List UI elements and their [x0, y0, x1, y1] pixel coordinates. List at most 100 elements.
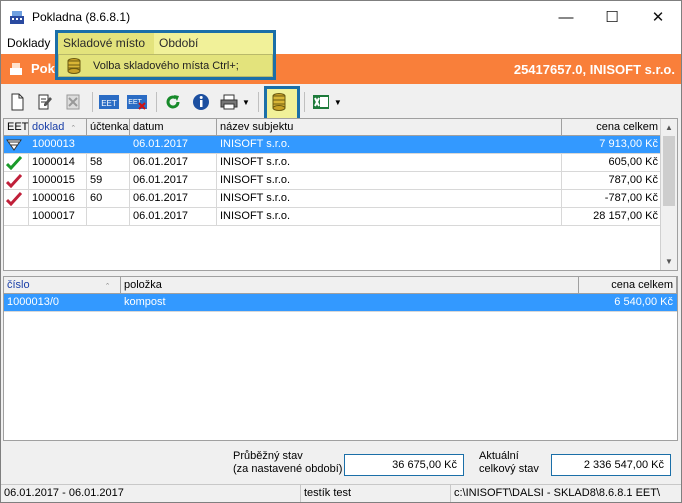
cell-uctenka: 60 — [87, 190, 130, 207]
eet-icon[interactable]: EET — [98, 91, 120, 113]
close-button[interactable]: ✕ — [635, 1, 681, 33]
col-cena-celkem[interactable]: cena celkem — [562, 119, 662, 135]
documents-scrollbar[interactable]: ▲ ▼ — [660, 119, 677, 270]
status-user: testík test — [301, 485, 451, 502]
maximize-button[interactable]: ☐ — [589, 1, 635, 33]
col-datum[interactable]: datum — [130, 119, 217, 135]
excel-dropdown-arrow-icon[interactable]: ▼ — [334, 98, 342, 107]
menu-doklady[interactable]: Doklady — [1, 33, 56, 54]
excel-icon[interactable] — [310, 91, 332, 113]
cell-uctenka — [87, 136, 130, 153]
cell-datum: 06.01.2017 — [130, 190, 217, 207]
table-row[interactable]: 1000016 60 06.01.2017 INISOFT s.r.o. -787,00… — [4, 190, 677, 208]
cell-doklad: 1000017 — [29, 208, 87, 225]
scroll-down-icon[interactable]: ▼ — [661, 253, 677, 270]
cell-cena: 787,00 Kč — [562, 172, 662, 189]
menu-obdobi[interactable]: Období — [154, 33, 203, 54]
status-period: 06.01.2017 - 06.01.2017 — [1, 485, 301, 502]
toolbar-separator — [156, 92, 157, 112]
toolbar-separator — [92, 92, 93, 112]
cell-nazev: INISOFT s.r.o. — [217, 136, 562, 153]
svg-text:EET: EET — [101, 99, 117, 108]
company-info: 25417657.0, INISOFT s.r.o. — [513, 62, 675, 77]
table-row[interactable]: 1000017 06.01.2017 INISOFT s.r.o. 28 157,00… — [4, 208, 677, 226]
cell-uctenka — [87, 208, 130, 225]
cash-register-icon — [9, 9, 25, 25]
toolbar-separator — [257, 92, 259, 112]
database-icon[interactable] — [268, 91, 290, 113]
cell-eet-status — [4, 190, 29, 207]
database-icon — [67, 57, 81, 74]
delete-doc-icon[interactable] — [62, 91, 84, 113]
col-doklad[interactable]: doklad ⌃ — [29, 119, 87, 135]
check-red-icon — [6, 174, 22, 188]
cell-datum: 06.01.2017 — [130, 172, 217, 189]
scroll-thumb[interactable] — [663, 136, 675, 206]
toolbar-separator — [303, 92, 305, 112]
cell-polozka: kompost — [121, 294, 579, 311]
running-total-field: 36 675,00 Kč — [344, 454, 464, 476]
status-bar: 06.01.2017 - 06.01.2017 testík test c:\I… — [1, 484, 681, 502]
table-row[interactable]: 1000014 58 06.01.2017 INISOFT s.r.o. 605,00 … — [4, 154, 677, 172]
col-polozka[interactable]: položka — [121, 277, 579, 293]
items-grid[interactable]: číslo ⌃ položka cena celkem 1000013/0 komp… — [3, 276, 678, 441]
cell-uctenka: 58 — [87, 154, 130, 171]
check-green-icon — [6, 156, 22, 170]
cell-cena: 6 540,00 Kč — [579, 294, 677, 311]
cell-doklad: 1000015 — [29, 172, 87, 189]
col-nazev-subjektu[interactable]: název subjektu — [217, 119, 562, 135]
cell-eet-status — [4, 172, 29, 189]
edit-doc-icon[interactable] — [34, 91, 56, 113]
col-eet[interactable]: EET — [4, 119, 29, 135]
print-icon[interactable] — [218, 91, 240, 113]
documents-grid[interactable]: EET doklad ⌃ účtenka datum název subjektu… — [3, 118, 678, 271]
refresh-icon[interactable] — [162, 91, 184, 113]
cell-uctenka: 59 — [87, 172, 130, 189]
cell-doklad: 1000013 — [29, 136, 87, 153]
cell-eet-status — [4, 208, 29, 225]
cell-cena: 28 157,00 Kč — [562, 208, 662, 225]
toolbar: EET EET ▼ ▼ — [1, 87, 681, 117]
print-dropdown-arrow-icon[interactable]: ▼ — [242, 98, 250, 107]
cell-nazev: INISOFT s.r.o. — [217, 190, 562, 207]
register-icon — [9, 62, 23, 76]
cell-cislo: 1000013/0 — [4, 294, 121, 311]
check-red-icon — [6, 192, 22, 206]
cell-eet-status — [4, 154, 29, 171]
cell-cena: 605,00 Kč — [562, 154, 662, 171]
current-total-field: 2 336 547,00 Kč — [551, 454, 671, 476]
header-title: Poki — [31, 61, 59, 76]
items-grid-header: číslo ⌃ položka cena celkem — [4, 277, 677, 294]
scroll-up-icon[interactable]: ▲ — [661, 119, 677, 136]
cell-datum: 06.01.2017 — [130, 154, 217, 171]
cell-cena: 7 913,00 Kč — [562, 136, 662, 153]
table-row[interactable]: 1000013/0 kompost 6 540,00 Kč — [4, 294, 677, 312]
eet-cancel-icon[interactable]: EET — [126, 91, 148, 113]
cell-nazev: INISOFT s.r.o. — [217, 172, 562, 189]
info-icon[interactable] — [190, 91, 212, 113]
cell-doklad: 1000016 — [29, 190, 87, 207]
table-row[interactable]: 1000013 06.01.2017 INISOFT s.r.o. 7 913,00 … — [4, 136, 677, 154]
col-cena-celkem[interactable]: cena celkem — [579, 277, 677, 293]
documents-grid-header: EET doklad ⌃ účtenka datum název subjektu… — [4, 119, 677, 136]
minimize-button[interactable]: — — [543, 1, 589, 33]
new-doc-icon[interactable] — [6, 91, 28, 113]
cell-cena: -787,00 Kč — [562, 190, 662, 207]
col-uctenka[interactable]: účtenka — [87, 119, 130, 135]
cell-datum: 06.01.2017 — [130, 208, 217, 225]
current-total-label: Aktuální celkový stav — [479, 450, 539, 475]
menu-item-volba-skladoveho-mista[interactable]: Volba skladového místa Ctrl+; — [93, 60, 239, 72]
status-path: c:\INISOFT\DALSI - SKLAD8\8.6.8.1 EET\ — [454, 487, 661, 499]
app-window: Pokladna (8.6.8.1) — ☐ ✕ Doklady Poki 25… — [0, 0, 682, 503]
cell-nazev: INISOFT s.r.o. — [217, 208, 562, 225]
title-bar: Pokladna (8.6.8.1) — ☐ ✕ — [1, 1, 681, 33]
table-row[interactable]: 1000015 59 06.01.2017 INISOFT s.r.o. 787,00 … — [4, 172, 677, 190]
menu-skladove-misto[interactable]: Skladové místo — [58, 33, 154, 54]
cell-doklad: 1000014 — [29, 154, 87, 171]
col-cislo[interactable]: číslo ⌃ — [4, 277, 121, 293]
menu-bar-open: Skladové místo Období — [58, 33, 273, 54]
totals-panel: Průběžný stav (za nastavené období) 36 6… — [1, 446, 681, 482]
sort-arrow-icon: ⌃ — [104, 283, 111, 290]
cell-datum: 06.01.2017 — [130, 136, 217, 153]
running-total-label: Průběžný stav (za nastavené období) — [233, 450, 343, 475]
